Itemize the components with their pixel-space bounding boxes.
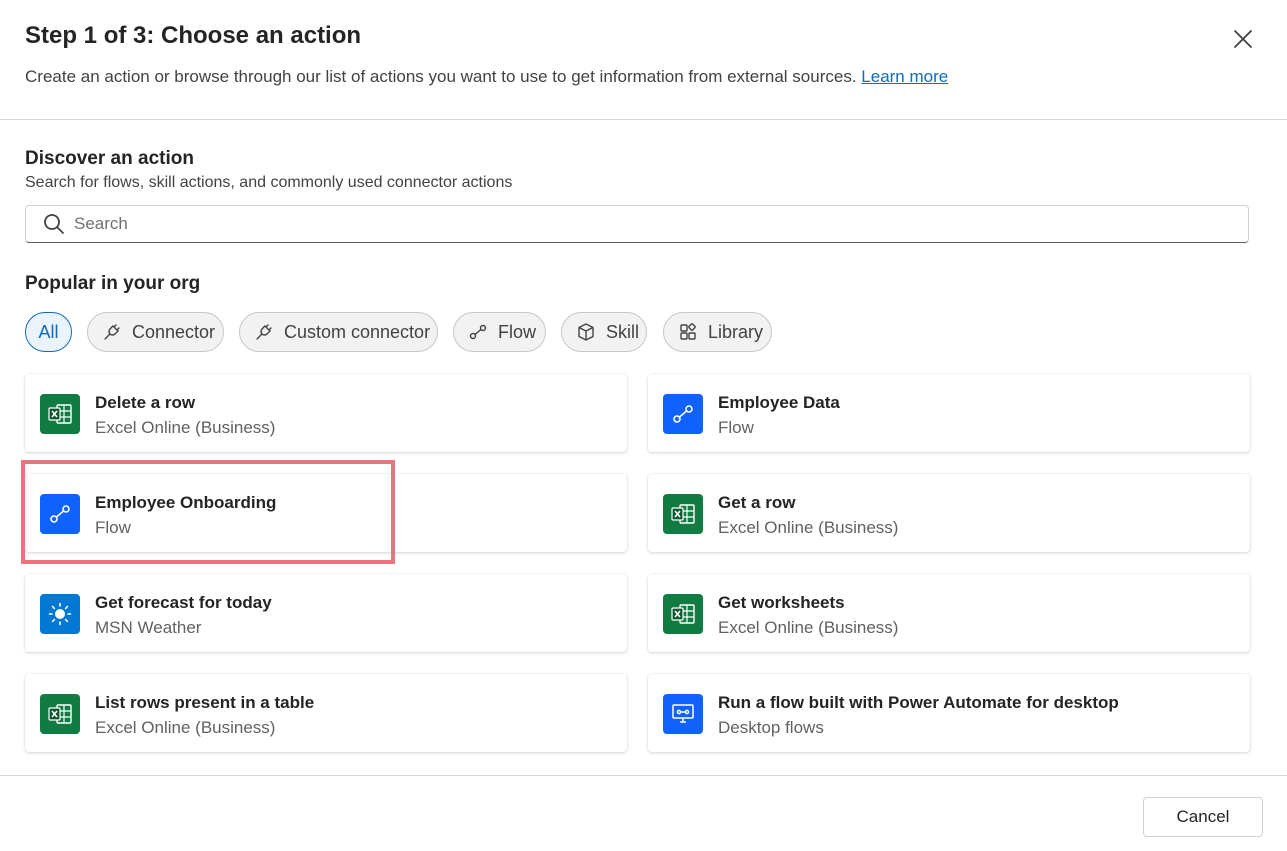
action-subtitle: Excel Online (Business)	[95, 718, 276, 737]
filter-chip-library[interactable]: Library	[663, 312, 772, 352]
action-card-get-forecast-for-today[interactable]: Get forecast for today MSN Weather	[25, 574, 627, 652]
action-title: Employee Onboarding	[95, 493, 277, 512]
action-card-get-a-row[interactable]: Get a row Excel Online (Business)	[648, 474, 1250, 552]
flow-icon	[663, 394, 703, 434]
discover-subtitle: Search for flows, skill actions, and com…	[25, 174, 513, 191]
action-card-employee-onboarding[interactable]: Employee Onboarding Flow	[25, 474, 627, 552]
cancel-button[interactable]: Cancel	[1143, 797, 1263, 837]
close-icon	[1234, 30, 1252, 48]
action-title: Run a flow built with Power Automate for…	[718, 693, 1119, 712]
flow-icon	[468, 322, 488, 342]
action-subtitle: Excel Online (Business)	[718, 518, 899, 537]
close-button[interactable]	[1228, 24, 1258, 54]
dialog-subtitle-text: Create an action or browse through our l…	[25, 67, 857, 86]
sun-icon	[40, 594, 80, 634]
excel-icon	[663, 494, 703, 534]
action-subtitle: Desktop flows	[718, 718, 824, 737]
dialog-subtitle: Create an action or browse through our l…	[25, 67, 948, 87]
learn-more-link[interactable]: Learn more	[861, 67, 948, 86]
action-card-run-desktop-flow[interactable]: Run a flow built with Power Automate for…	[648, 674, 1250, 752]
action-subtitle: Flow	[95, 518, 131, 537]
filter-chip-label: All	[38, 321, 59, 342]
action-title: Get forecast for today	[95, 593, 272, 612]
plug-icon	[102, 322, 122, 342]
filter-chip-label: Custom connector	[284, 321, 431, 342]
cube-icon	[576, 322, 596, 342]
popular-title: Popular in your org	[25, 273, 201, 294]
action-title: Get worksheets	[718, 593, 845, 612]
filter-chip-connector[interactable]: Connector	[87, 312, 224, 352]
dialog-footer: Cancel	[0, 775, 1287, 851]
library-icon	[678, 322, 698, 342]
action-title: Employee Data	[718, 393, 840, 412]
filter-chip-label: Connector	[132, 321, 216, 342]
desktop-flow-icon	[663, 694, 703, 734]
filter-chip-flow[interactable]: Flow	[453, 312, 546, 352]
action-card-list-rows-present-in-a-table[interactable]: List rows present in a table Excel Onlin…	[25, 674, 627, 752]
search-input[interactable]	[72, 213, 1248, 235]
action-subtitle: Excel Online (Business)	[95, 418, 276, 437]
dialog-title: Step 1 of 3: Choose an action	[25, 22, 362, 49]
filter-chip-label: Flow	[498, 321, 537, 342]
excel-icon	[663, 594, 703, 634]
filter-chip-all[interactable]: All	[25, 312, 72, 352]
excel-icon	[40, 394, 80, 434]
action-subtitle: MSN Weather	[95, 618, 202, 637]
discover-title: Discover an action	[25, 148, 194, 169]
excel-icon	[40, 694, 80, 734]
flow-icon	[40, 494, 80, 534]
search-icon	[42, 212, 66, 236]
filter-chip-label: Skill	[606, 321, 640, 342]
action-card-get-worksheets[interactable]: Get worksheets Excel Online (Business)	[648, 574, 1250, 652]
filter-chip-label: Library	[708, 321, 764, 342]
action-card-employee-data[interactable]: Employee Data Flow	[648, 374, 1250, 452]
action-card-delete-a-row[interactable]: Delete a row Excel Online (Business)	[25, 374, 627, 452]
action-subtitle: Flow	[718, 418, 754, 437]
action-title: Get a row	[718, 493, 796, 512]
action-title: Delete a row	[95, 393, 196, 412]
plug-icon	[254, 322, 274, 342]
action-subtitle: Excel Online (Business)	[718, 618, 899, 637]
dialog-header: Step 1 of 3: Choose an action Create an …	[0, 0, 1287, 120]
search-box[interactable]	[25, 205, 1249, 243]
filter-chip-custom-connector[interactable]: Custom connector	[239, 312, 438, 352]
action-title: List rows present in a table	[95, 693, 315, 712]
filter-chip-skill[interactable]: Skill	[561, 312, 647, 352]
